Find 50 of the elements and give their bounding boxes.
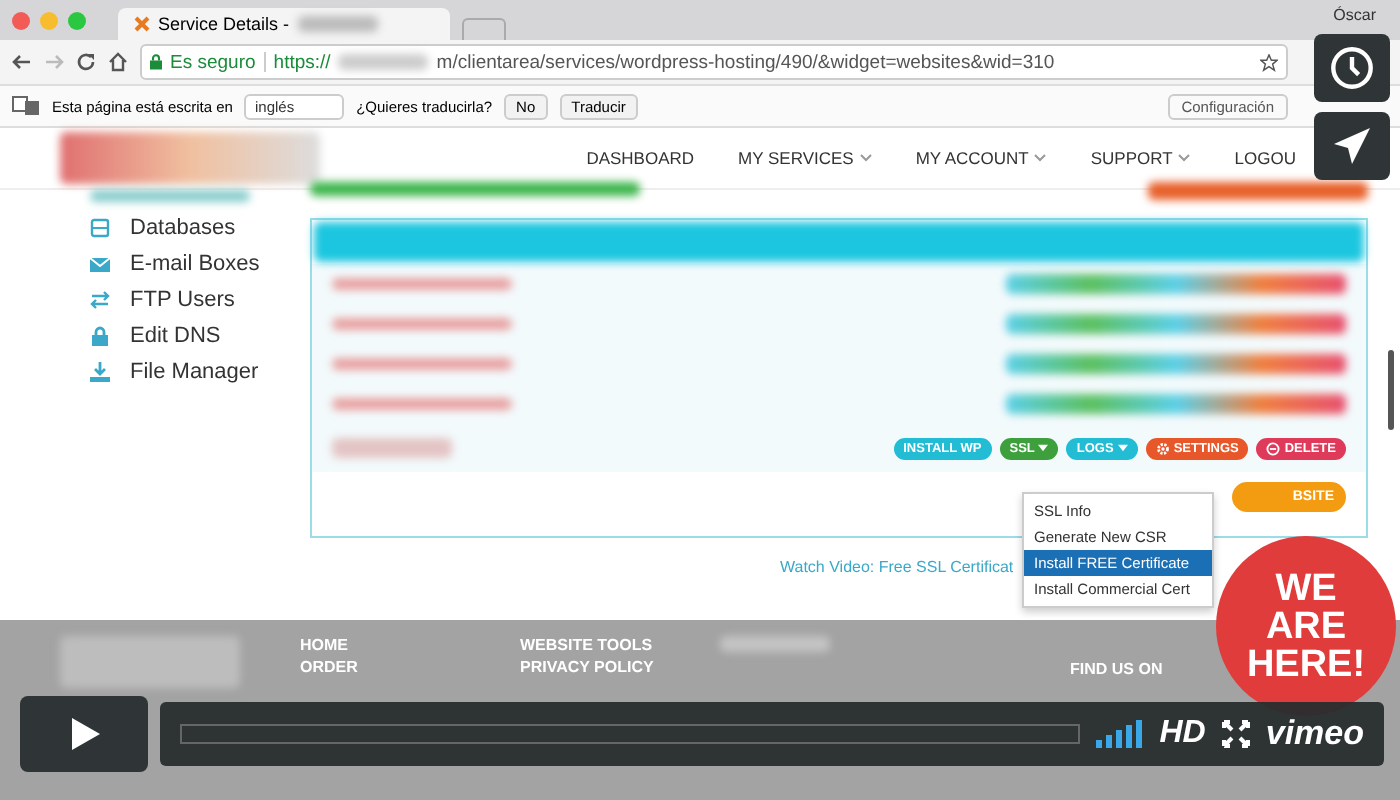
sidebar-item[interactable]: Edit DNS: [90, 318, 310, 354]
sidebar-item[interactable]: E-mail Boxes: [90, 246, 310, 282]
nav-link[interactable]: MY ACCOUNT: [915, 148, 1047, 168]
chevron-down-icon: [859, 154, 872, 162]
clock-icon: [1330, 46, 1374, 90]
database-icon: [90, 218, 110, 238]
minus-circle-icon: [1266, 441, 1281, 455]
address-bar[interactable]: Es seguro https:// m/clientarea/services/wordpress-hosting/490/&widget=websites&wid=310: [140, 44, 1288, 80]
chevron-down-icon: [1034, 154, 1047, 162]
blurred-footer-text: [720, 636, 830, 652]
caret-icon: [1117, 444, 1128, 452]
sidebar-item[interactable]: File Manager: [90, 354, 310, 390]
envelope-icon: [90, 254, 110, 274]
star-icon[interactable]: [1260, 53, 1278, 71]
lock-icon: [90, 326, 110, 346]
play-button[interactable]: [20, 696, 148, 772]
favicon-icon: [134, 16, 150, 32]
blurred-url-part: [338, 54, 429, 70]
back-arrow-icon[interactable]: [12, 52, 32, 72]
nav-link[interactable]: MY SERVICES: [738, 148, 872, 168]
home-icon[interactable]: [108, 52, 128, 72]
blurred-tab-title: [297, 16, 378, 32]
find-us-label: FIND US ON: [1070, 660, 1163, 678]
url-text: https://: [273, 51, 331, 73]
download-icon: [90, 362, 110, 382]
gear-icon: [1155, 441, 1170, 455]
vimeo-logo[interactable]: vimeo: [1265, 714, 1364, 754]
watch-later-button[interactable]: [1314, 34, 1390, 102]
browser-tab[interactable]: Service Details -: [118, 8, 450, 40]
progress-track[interactable]: [180, 724, 1080, 744]
nav-link[interactable]: LOGOU: [1234, 148, 1296, 168]
translate-icon: [12, 96, 40, 116]
url-text: m/clientarea/services/wordpress-hosting/490/&widget=websites&wid=310: [436, 51, 1055, 73]
caret-icon: [1038, 444, 1049, 452]
sidebar-item[interactable]: FTP Users: [90, 282, 310, 318]
nav-link[interactable]: SUPPORT: [1090, 148, 1191, 168]
arrows-icon: [90, 290, 110, 310]
secure-label: Es seguro: [170, 51, 256, 73]
volume-bars-icon[interactable]: [1095, 720, 1144, 748]
blurred-site-name: [332, 438, 452, 458]
profile-name: Óscar: [1333, 6, 1376, 24]
nav-link[interactable]: DASHBOARD: [586, 148, 695, 168]
scrollbar-thumb[interactable]: [1388, 350, 1394, 430]
lock-icon: [150, 54, 162, 70]
chevron-down-icon: [1178, 154, 1191, 162]
reload-icon[interactable]: [76, 52, 96, 72]
sidebar-item[interactable]: Databases: [90, 210, 310, 246]
hd-button[interactable]: HD: [1159, 716, 1206, 752]
fullscreen-icon[interactable]: [1221, 720, 1250, 748]
share-button[interactable]: [1314, 112, 1390, 180]
